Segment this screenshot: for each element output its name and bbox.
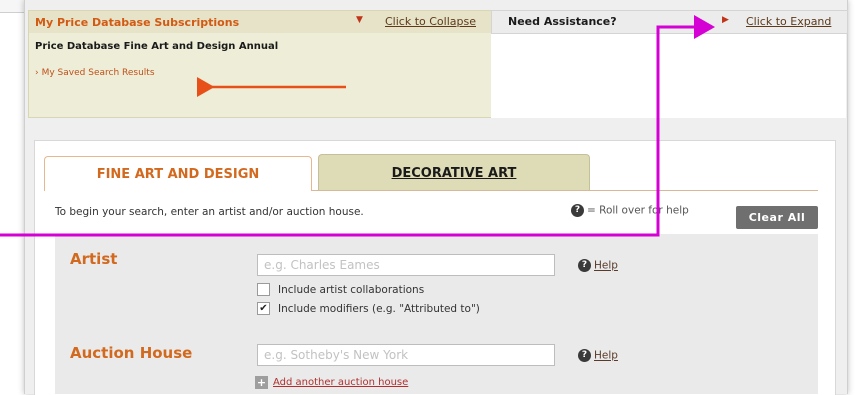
assistance-panel-body: [491, 34, 846, 118]
auction-house-help-link[interactable]: ? Help: [578, 349, 618, 362]
subscriptions-header: My Price Database Subscriptions ▼ Click …: [29, 11, 491, 33]
artist-input[interactable]: [257, 254, 555, 276]
clear-all-button[interactable]: Clear All: [736, 206, 818, 229]
auction-house-input[interactable]: [257, 344, 555, 366]
include-collaborations-option[interactable]: Include artist collaborations: [257, 283, 424, 296]
subscriptions-title: My Price Database Subscriptions: [35, 15, 240, 29]
artist-help-label: Help: [594, 259, 618, 272]
add-auction-house-label: Add another auction house: [273, 377, 409, 388]
search-instructions: To begin your search, enter an artist an…: [55, 206, 364, 218]
chevron-right-icon: ›: [35, 68, 39, 78]
artist-help-link[interactable]: ? Help: [578, 259, 618, 272]
modifiers-checkbox[interactable]: ✔: [257, 302, 270, 315]
subscriptions-panel: My Price Database Subscriptions ▼ Click …: [28, 10, 492, 118]
question-circle-icon: ?: [578, 349, 591, 362]
question-circle-icon: ?: [578, 259, 591, 272]
tab-decorative-art[interactable]: DECORATIVE ART: [318, 154, 590, 191]
database-name: Price Database Fine Art and Design Annua…: [35, 41, 279, 52]
window-edge: [0, 0, 24, 13]
triangle-down-icon[interactable]: ▼: [356, 15, 363, 25]
add-auction-house-link[interactable]: + Add another auction house: [255, 376, 408, 389]
auction-house-help-label: Help: [594, 349, 618, 362]
collapse-link[interactable]: Click to Collapse: [385, 15, 476, 28]
saved-search-results-label: My Saved Search Results: [41, 68, 155, 78]
tab-fine-art-and-design[interactable]: FINE ART AND DESIGN: [44, 156, 312, 191]
expand-link[interactable]: Click to Expand: [746, 15, 831, 28]
artist-label: Artist: [70, 250, 118, 268]
collaborations-label: Include artist collaborations: [278, 283, 425, 296]
include-modifiers-option[interactable]: ✔ Include modifiers (e.g. "Attributed to…: [257, 302, 480, 315]
saved-search-results-link[interactable]: › My Saved Search Results: [35, 68, 155, 78]
auction-house-label: Auction House: [70, 344, 193, 362]
modifiers-label: Include modifiers (e.g. "Attributed to"): [278, 302, 480, 315]
triangle-right-icon[interactable]: ▶: [722, 15, 729, 25]
plus-box-icon: +: [255, 376, 268, 389]
rollover-help-text: = Roll over for help: [587, 204, 689, 217]
question-circle-icon: ?: [571, 204, 584, 217]
assistance-panel-header: Need Assistance? ▶ Click to Expand: [491, 10, 848, 34]
rollover-help-hint: ? = Roll over for help: [571, 204, 689, 217]
assistance-title: Need Assistance?: [508, 15, 617, 28]
collaborations-checkbox[interactable]: [257, 283, 270, 296]
